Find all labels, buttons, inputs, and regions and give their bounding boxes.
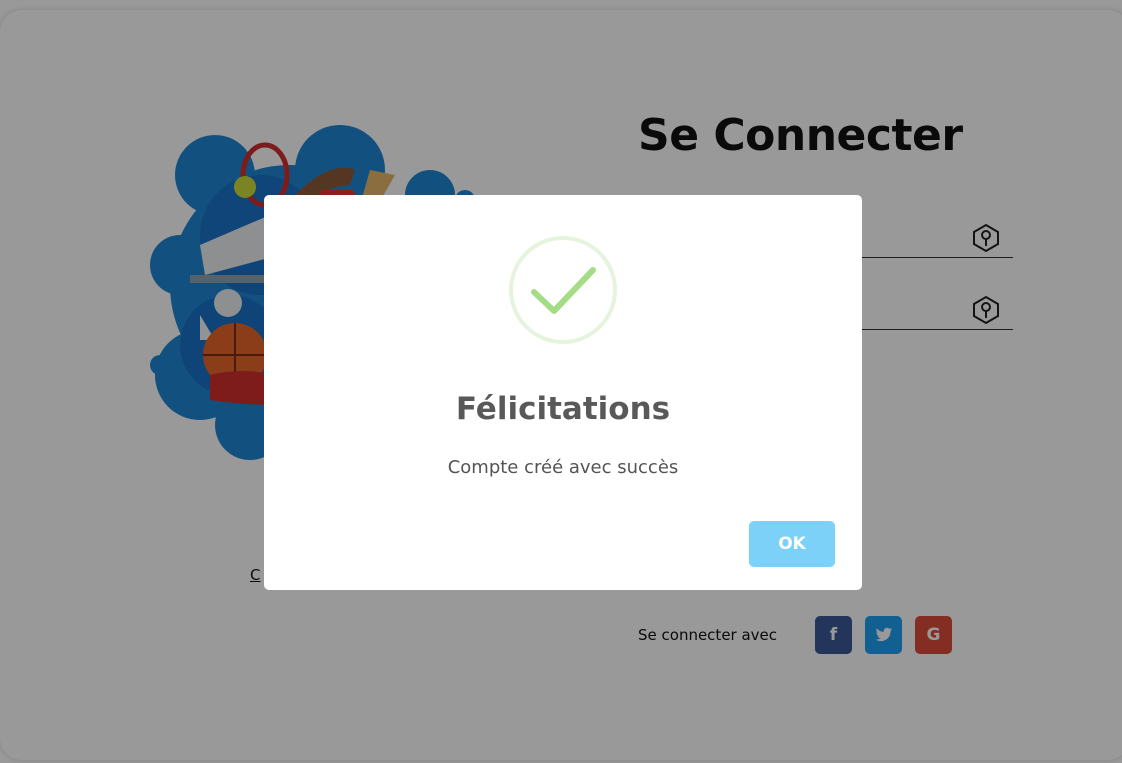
success-dialog: Félicitations Compte créé avec succès OK [264, 195, 862, 590]
ok-button[interactable]: OK [749, 521, 835, 567]
dialog-message: Compte créé avec succès [447, 457, 679, 478]
dialog-title: Félicitations [455, 391, 671, 427]
success-check-icon [509, 236, 617, 344]
